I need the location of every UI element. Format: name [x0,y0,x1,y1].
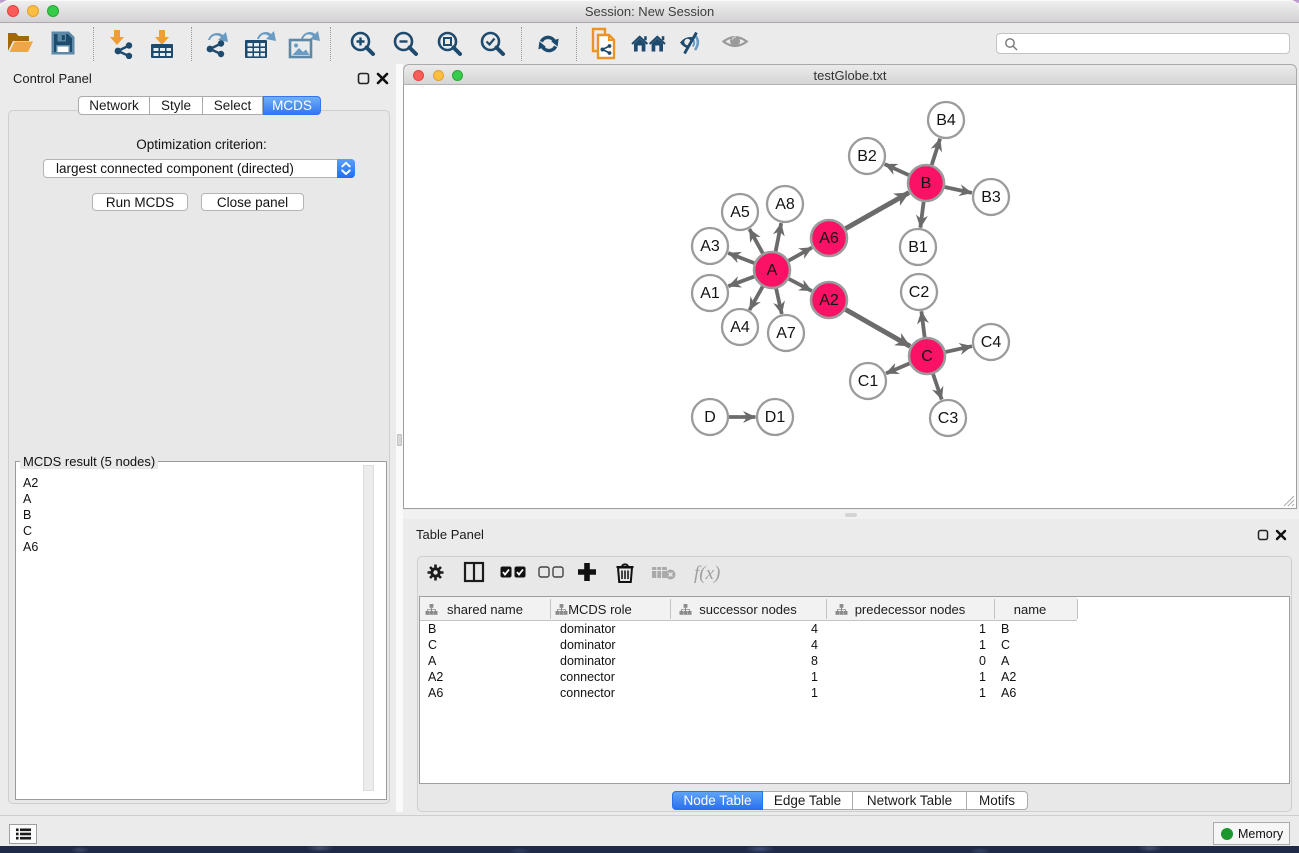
svg-text:A4: A4 [730,319,750,336]
svg-text:C2: C2 [909,284,930,301]
svg-text:A7: A7 [776,325,796,342]
svg-text:A5: A5 [730,204,750,221]
svg-text:C4: C4 [981,334,1002,351]
svg-text:D1: D1 [765,409,786,426]
svg-text:A2: A2 [819,292,839,309]
svg-text:A1: A1 [700,285,720,302]
svg-text:C: C [921,348,933,365]
svg-text:B1: B1 [908,239,928,256]
svg-text:C3: C3 [938,410,959,427]
svg-text:A8: A8 [775,196,795,213]
svg-text:C1: C1 [858,373,879,390]
svg-text:B2: B2 [857,148,877,165]
svg-text:B4: B4 [936,112,956,129]
svg-text:A: A [767,262,778,279]
svg-text:B: B [921,175,932,192]
svg-text:A6: A6 [819,230,839,247]
svg-text:A3: A3 [700,238,720,255]
svg-text:D: D [704,409,716,426]
svg-text:B3: B3 [981,189,1001,206]
